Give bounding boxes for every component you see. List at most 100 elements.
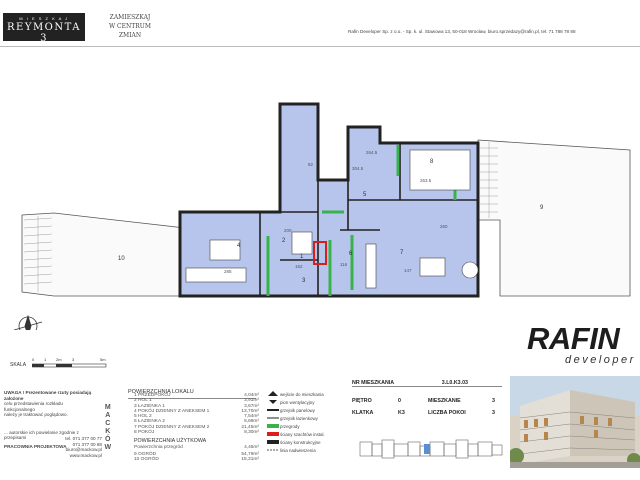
scale-bar: 0 1 2m 3 5m (32, 357, 107, 368)
building-render (510, 376, 640, 468)
legend-item: linia nadwieszenia (266, 446, 348, 454)
garden-9-outline (477, 139, 631, 297)
shaft-swatch-icon (267, 432, 279, 436)
notes-line: należy je traktować poglądowo. (4, 412, 68, 417)
legend-label: ściany szachtów instal. (280, 431, 325, 437)
detail-label: LICZBA POKOI (428, 410, 466, 416)
legend-label: grzejnik łazienkowy (280, 415, 318, 421)
dimension-label: 200 (284, 228, 292, 233)
bathroom-radiator-icon (267, 417, 279, 419)
slogan-line: ZMIAN (118, 32, 142, 39)
detail-value: 3 (492, 410, 495, 416)
dimension-label: 264.5 (366, 150, 378, 155)
legend-label: linia nadwieszenia (280, 447, 316, 453)
designer-letter: M (104, 404, 112, 411)
slogan-line: ZAMIESZKAJ (109, 14, 151, 21)
designer-contact: tel. 071 377 00 77 071 377 00 88 biuro@m… (60, 436, 102, 458)
dimension-label: 152 (295, 264, 303, 269)
apartment-detail-row: PIĘTRO 0 MIESZKANIE 3 (352, 398, 502, 410)
scale-label: SKALA (10, 362, 27, 368)
detail-value: 3 (492, 398, 495, 404)
overhang-line-icon (267, 449, 279, 451)
logo-main-text: REYMONTA 3 (7, 22, 81, 44)
designer-letter: Ó (105, 436, 111, 443)
building-key-plan (359, 439, 503, 459)
room-label: 10 (118, 256, 125, 262)
detail-label: PIĘTRO (352, 398, 372, 404)
designer-letter: W (104, 444, 112, 451)
legend-label: przegrody (280, 423, 300, 429)
dimension-label: 82 (308, 162, 314, 167)
room-area-list: 1 PRZEDPOKÓJ 4,04m² 2 HOL 1 3,91m² 3 ŁAZIE… (134, 393, 259, 463)
garden-10-outline (21, 212, 186, 297)
structural-wall-icon (267, 440, 279, 444)
scale-tick: 5m (100, 357, 106, 362)
legend-item: grzejnik łazienkowy (266, 414, 348, 422)
logo: M I E S Z K A J REYMONTA 3 (3, 13, 85, 44)
header-divider (0, 46, 640, 47)
ventilation-icon (269, 400, 277, 404)
dimension-label: 116 (340, 262, 348, 267)
legend: wejście do mieszkania pion wentylacyjny … (266, 390, 348, 454)
scale-tick: 3 (72, 357, 75, 362)
notes-line: celu przedstawienia rozkładu funkcjonaln… (4, 401, 63, 412)
detail-label: MIESZKANIE (428, 398, 461, 404)
legend-item: ściany szachtów instal. (266, 430, 348, 438)
detail-value: 0 (398, 398, 401, 404)
apartment-number-label: NR MIESZKANIA (352, 380, 395, 386)
legend-item: pion wentylacyjny (266, 398, 348, 406)
partition-row: Powierzchnia przegród 4,45m² (134, 445, 259, 450)
room-area-row: 8 POKÓJ 8,30m² (134, 430, 259, 435)
north-arrow-icon (13, 314, 43, 330)
designer-contact-line: biuro@mackow.pl (65, 447, 102, 452)
detail-label: KLATKA (352, 410, 374, 416)
designer-letter: C (105, 420, 111, 427)
brand-subtitle: developer (565, 354, 636, 366)
dimension-label: 147 (404, 268, 412, 273)
room-area: 8,30m² (244, 430, 259, 436)
legend-label: pion wentylacyjny (280, 399, 315, 405)
designer-letter: A (105, 412, 111, 419)
info-panel: UWAGA ! Prezentowane rzuty posiadają zał… (0, 376, 640, 480)
logo-top-text: M I E S Z K A J (19, 16, 69, 21)
partition-swatch-icon (267, 424, 279, 428)
apartment-location-marker (424, 444, 430, 454)
designer-contact-line: tel. 071 377 00 77 (65, 436, 102, 441)
legend-label: grzejnik panelowy (280, 407, 315, 413)
garden-area-row: 10 OGRÓD 15,31m² (134, 457, 259, 462)
legend-item: ściany konstrukcyjne (266, 438, 348, 446)
designer-letter: K (105, 428, 111, 435)
apartment-detail-row: KLATKA K3 LICZBA POKOI 3 (352, 410, 502, 422)
scale-tick: 0 (32, 357, 35, 362)
floor-plan: 4 2 3 1 5 6 7 8 9 10 285 304.5 264.5 263… (13, 102, 631, 330)
room-name: 8 POKÓJ (134, 430, 155, 436)
detail-value: K3 (398, 410, 405, 416)
apartment-number-row: NR MIESZKANIA 3.L0.K3.03 (352, 380, 502, 387)
garden-area: 15,31m² (241, 457, 259, 463)
notes-title: UWAGA ! Prezentowane rzuty posiadają zał… (4, 390, 92, 401)
partition-value: 4,45m² (244, 444, 259, 450)
designer-contact-line: www.mackow.pl (69, 452, 102, 458)
scale-tick: 2m (56, 357, 62, 362)
dimension-label: 260 (440, 224, 448, 229)
slogan-line: W CENTRUM (108, 23, 151, 30)
partition-label: Powierzchnia przegród (134, 444, 183, 450)
designer-logo: M A C K Ó W (103, 404, 113, 452)
legend-label: wejście do mieszkania (280, 391, 324, 397)
entrance-arrow-icon (268, 391, 278, 396)
panel-radiator-icon (267, 409, 279, 411)
legend-item: przegrody (266, 422, 348, 430)
slogan: ZAMIESZKAJ W CENTRUM ZMIAN (95, 13, 165, 40)
scale-tick: 1 (44, 357, 47, 362)
legend-item: wejście do mieszkania (266, 390, 348, 398)
dimension-label: 304.5 (352, 166, 364, 171)
brand-logo: RAFIN (527, 321, 620, 356)
dimension-label: 285 (224, 269, 232, 274)
dimension-label: 263.5 (420, 178, 432, 183)
garden-name: 10 OGRÓD (134, 457, 159, 463)
legend-item: grzejnik panelowy (266, 406, 348, 414)
apartment-details: PIĘTRO 0 MIESZKANIE 3 KLATKA K3 LICZBA P… (352, 398, 502, 422)
apartment-number-value: 3.L0.K3.03 (441, 380, 468, 386)
developer-contact: Rafin Developer Sp. z o.o. - Sp. k. ul. … (348, 29, 576, 34)
legend-label: ściany konstrukcyjne (280, 439, 321, 445)
